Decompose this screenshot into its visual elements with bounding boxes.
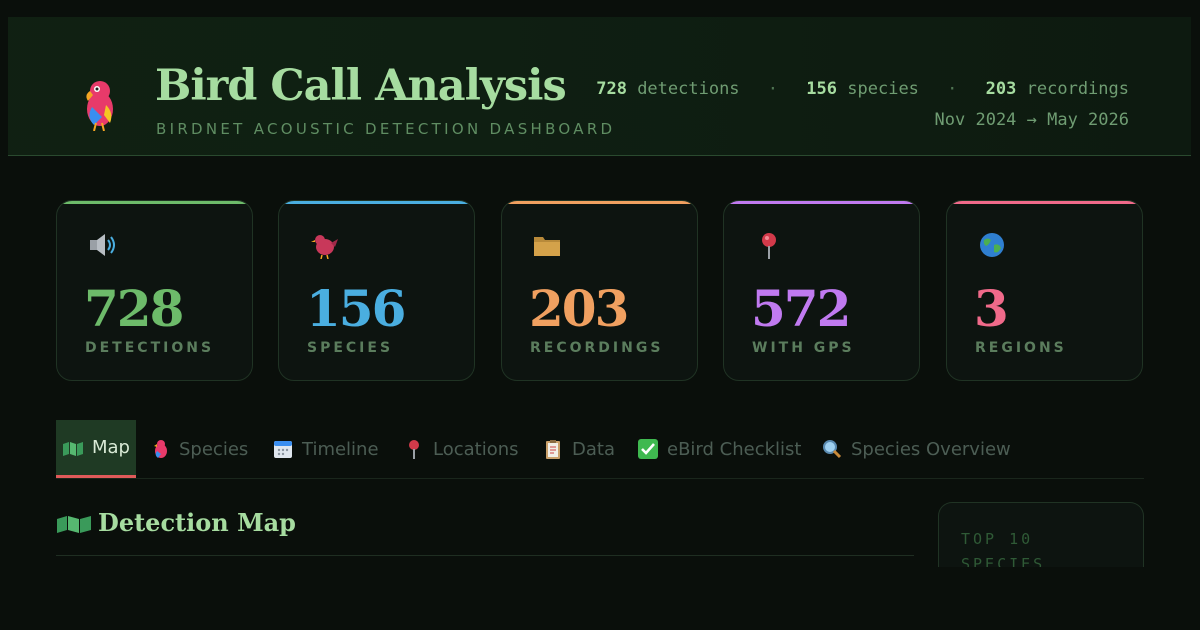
card-value: 156 <box>306 279 406 338</box>
tab-data[interactable]: Data <box>542 420 615 478</box>
card-label: WITH GPS <box>752 340 855 356</box>
page-title: Bird Call Analysis <box>155 61 567 111</box>
header-stats: 728 detections · 156 species · 203 recor… <box>596 79 1129 99</box>
tab-label: Data <box>572 438 615 460</box>
parrot-icon <box>154 440 167 458</box>
card-regions: 3 REGIONS <box>946 200 1143 381</box>
tab-label: Species Overview <box>851 438 1011 460</box>
magnifier-icon <box>823 440 842 459</box>
card-recordings: 203 RECORDINGS <box>501 200 698 381</box>
parrot-icon <box>86 81 113 131</box>
stat-species-value: 156 <box>806 79 838 99</box>
tab-map[interactable]: Map <box>56 420 136 478</box>
card-label: RECORDINGS <box>530 340 664 356</box>
tab-label: eBird Checklist <box>667 438 802 460</box>
tab-ebird-checklist[interactable]: eBird Checklist <box>637 420 801 478</box>
section-divider <box>56 555 914 556</box>
section-title: Detection Map <box>56 508 296 537</box>
tab-label: Map <box>92 437 130 458</box>
tab-label: Species <box>179 438 249 460</box>
globe-icon <box>980 233 1004 257</box>
tab-locations[interactable]: Locations <box>403 420 519 478</box>
card-value: 3 <box>974 279 1009 338</box>
clipboard-icon <box>546 440 560 459</box>
page-bottom <box>0 567 1200 630</box>
card-label: SPECIES <box>307 340 394 356</box>
world-map-icon <box>63 441 83 456</box>
stat-detections-value: 728 <box>596 79 627 99</box>
stat-recordings-label: recordings <box>1026 79 1129 99</box>
tab-species[interactable]: Species <box>149 420 248 478</box>
tab-species-overview[interactable]: Species Overview <box>821 420 1011 478</box>
tab-label: Locations <box>433 438 519 460</box>
card-value: 203 <box>529 279 629 338</box>
folder-icon <box>534 237 560 256</box>
speaker-icon <box>90 234 115 256</box>
tab-label: Timeline <box>302 438 379 460</box>
world-map-icon <box>57 515 91 533</box>
card-gps: 572 WITH GPS <box>723 200 920 381</box>
card-value: 728 <box>84 279 184 338</box>
card-value: 572 <box>751 279 851 338</box>
date-range: Nov 2024 → May 2026 <box>934 110 1129 130</box>
section-title-text: Detection Map <box>98 508 296 537</box>
stat-recordings-value: 203 <box>985 79 1017 99</box>
card-detections: 728 DETECTIONS <box>56 200 253 381</box>
calendar-icon <box>274 441 292 458</box>
separator: · <box>947 79 958 99</box>
tab-timeline[interactable]: Timeline <box>272 420 379 478</box>
pin-icon <box>762 233 776 259</box>
pushpin-icon <box>409 440 419 459</box>
check-box-icon <box>638 439 658 459</box>
stat-detections-label: detections <box>637 79 740 99</box>
header-banner: Bird Call Analysis BIRDNET ACOUSTIC DETE… <box>8 17 1191 156</box>
bird-icon <box>311 235 338 259</box>
stat-species-label: species <box>847 79 919 99</box>
card-label: DETECTIONS <box>85 340 215 356</box>
separator: · <box>767 79 779 99</box>
card-species: 156 SPECIES <box>278 200 475 381</box>
card-label: REGIONS <box>975 340 1067 356</box>
tab-bar: Map Species Timeline Locations Data eBir… <box>56 420 1144 479</box>
page-subtitle: BIRDNET ACOUSTIC DETECTION DASHBOARD <box>156 120 616 138</box>
